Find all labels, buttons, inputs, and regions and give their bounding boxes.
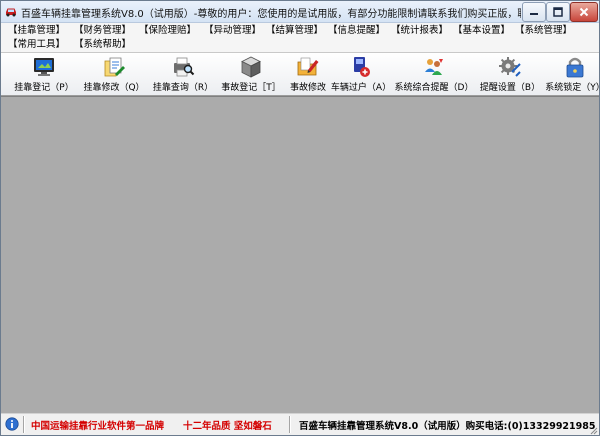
menu-settlement[interactable]: 【结算管理】 [266,24,323,37]
close-button[interactable] [570,2,598,22]
register-vehicle-button[interactable]: 挂靠登记（P） [11,53,77,95]
title-bar[interactable]: 百盛车辆挂靠管理系统V8.0（试用版）-尊敬的用户：您使用的是试用版，有部分功能… [1,1,599,23]
people-alert-icon [425,59,443,75]
transfer-vehicle-button[interactable]: 车辆过户（A） [331,53,391,95]
menu-reminders[interactable]: 【信息提醒】 [328,24,385,37]
transfer-vehicle-label: 车辆过户（A） [330,83,392,93]
menu-system-management[interactable]: 【系统管理】 [515,24,572,37]
edit-document-icon [104,57,125,77]
cube-icon [241,56,261,78]
edit-accident-label: 事故修改 [289,83,326,93]
status-divider [23,416,24,433]
status-slogan: 中国运输挂靠行业软件第一品牌 十二年品质 坚如磐石 [31,421,272,432]
menu-bar: 【挂靠管理】 【财务管理】 【保险理赔】 【异动管理】 【结算管理】 【信息提醒… [1,23,599,53]
query-vehicle-label: 挂靠查询（R） [152,83,214,93]
transfer-icon [354,57,370,77]
status-divider [289,416,290,433]
system-lock-button[interactable]: 系统锁定（Y） [545,53,600,95]
monitor-icon [34,58,54,76]
status-bar: 中国运输挂靠行业软件第一品牌 十二年品质 坚如磐石 百盛车辆挂靠管理系统V8.0… [1,413,599,435]
register-accident-label: 事故登记［T］ [221,83,281,93]
workspace-area[interactable] [1,96,599,413]
window-title: 百盛车辆挂靠管理系统V8.0（试用版）-尊敬的用户：您使用的是试用版，有部分功能… [21,9,521,20]
toolbar: 挂靠登记（P） 挂靠修改（Q） 挂靠查询（R） 事故登记［T］ 事故修改 车辆过… [1,53,599,96]
maximize-button[interactable] [546,2,570,22]
menu-changes[interactable]: 【异动管理】 [204,24,261,37]
status-purchase-info: 百盛车辆挂靠管理系统V8.0（试用版）购买电话:(0)13329921985 [299,421,596,432]
edit-accident-button[interactable]: 事故修改 [285,53,331,95]
menu-insurance-claims[interactable]: 【保险理赔】 [139,24,196,37]
resize-grip-icon[interactable] [588,425,598,435]
info-icon [5,417,19,431]
reminder-settings-label: 提醒设置（B） [479,83,541,93]
car-app-icon [4,4,18,18]
system-lock-label: 系统锁定（Y） [545,83,600,93]
main-window: 百盛车辆挂靠管理系统V8.0（试用版）-尊敬的用户：您使用的是试用版，有部分功能… [0,0,600,436]
search-printer-icon [174,57,195,77]
query-vehicle-button[interactable]: 挂靠查询（R） [149,53,217,95]
register-vehicle-label: 挂靠登记（P） [14,83,74,93]
close-icon [579,7,589,17]
menu-tools[interactable]: 【常用工具】 [8,38,65,51]
minimize-icon [530,13,538,15]
edit-vehicle-button[interactable]: 挂靠修改（Q） [81,53,147,95]
lock-icon [566,57,584,78]
system-reminders-label: 系统综合提醒（D） [394,83,474,93]
maximize-icon [553,7,563,17]
system-reminders-button[interactable]: 系统综合提醒（D） [394,53,474,95]
menu-vehicle-management[interactable]: 【挂靠管理】 [8,24,65,37]
folder-edit-icon [297,57,319,76]
menu-finance[interactable]: 【财务管理】 [74,24,131,37]
menu-reports[interactable]: 【统计报表】 [391,24,448,37]
register-accident-button[interactable]: 事故登记［T］ [219,53,283,95]
settings-gear-icon [499,57,521,77]
edit-vehicle-label: 挂靠修改（Q） [83,83,145,93]
reminder-settings-button[interactable]: 提醒设置（B） [475,53,545,95]
minimize-button[interactable] [522,2,546,22]
menu-basic-settings[interactable]: 【基本设置】 [453,24,510,37]
menu-help[interactable]: 【系统帮助】 [74,38,131,51]
